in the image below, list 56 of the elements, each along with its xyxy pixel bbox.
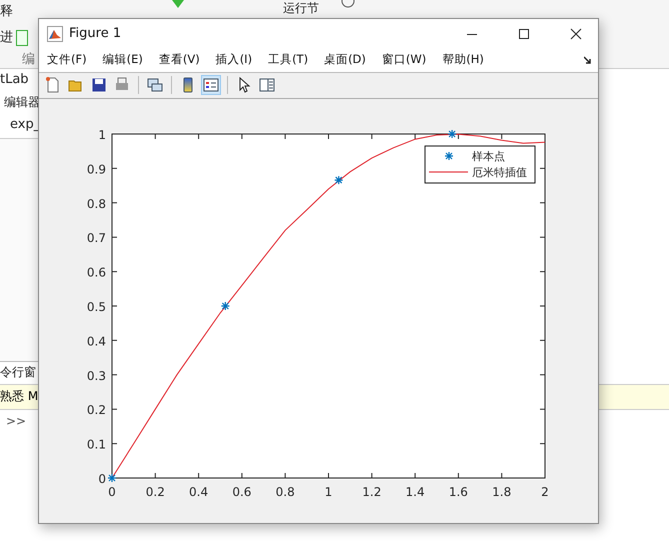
y-tick-label: 0.3: [86, 368, 106, 383]
x-tick-label: 0.6: [232, 485, 252, 499]
command-prompt: >>: [6, 414, 26, 428]
x-tick-label: 0.8: [276, 485, 295, 499]
close-icon[interactable]: [570, 28, 582, 40]
app-icon: [47, 26, 63, 42]
y-tick-label: 0.7: [86, 231, 106, 246]
y-tick-label: 0: [98, 472, 106, 486]
panel-icon: [259, 77, 275, 94]
menu-item[interactable]: 窗口(W): [382, 52, 426, 68]
x-tick-label: 2: [541, 485, 549, 499]
y-tick-label: 0.4: [86, 334, 106, 348]
sample-point: [107, 473, 117, 483]
legend-marker: [444, 151, 454, 161]
menu-item[interactable]: 插入(I): [216, 52, 252, 68]
clock-icon[interactable]: [340, 0, 356, 10]
legend-label: 样本点: [472, 150, 505, 163]
y-tick-label: 1: [98, 128, 106, 142]
y-tick-label: 0.6: [86, 266, 106, 280]
ribbon-label: 进: [0, 29, 13, 46]
sample-point: [447, 129, 457, 139]
x-tick-label: 1.2: [362, 485, 382, 499]
windows-icon: [147, 77, 163, 94]
panel-title: 令行窗: [0, 364, 36, 381]
menu-item[interactable]: 帮助(H): [442, 52, 484, 68]
toolbar-button[interactable]: [201, 75, 221, 96]
tab-label[interactable]: tLab: [0, 72, 29, 87]
menu-item[interactable]: 文件(F): [47, 52, 87, 68]
ribbon-label[interactable]: 运行节: [283, 0, 319, 17]
panel-title: 编辑器: [4, 94, 40, 111]
x-tick-label: 0: [108, 485, 116, 499]
x-tick-label: 0.4: [189, 485, 208, 499]
sample-point: [220, 301, 230, 311]
y-tick-label: 0.9: [86, 162, 106, 176]
x-tick-label: 1.6: [448, 485, 468, 499]
file-tab[interactable]: exp_: [10, 117, 40, 132]
ribbon-label: 释: [0, 3, 13, 20]
menu-item[interactable]: 编辑(E): [102, 52, 143, 68]
x-tick-label: 1.4: [406, 485, 425, 499]
new-file-icon: [45, 77, 61, 94]
y-tick-label: 0.5: [86, 300, 106, 314]
y-tick-label: 0.1: [86, 438, 106, 452]
ribbon-label: 编: [22, 51, 35, 68]
menu-item[interactable]: 工具(T): [268, 52, 308, 68]
window-title: Figure 1: [69, 26, 122, 42]
y-tick-label: 0.8: [86, 196, 106, 211]
menu-item[interactable]: 查看(V): [158, 52, 200, 68]
dock-arrow-icon[interactable]: [584, 56, 592, 64]
maximize-icon[interactable]: [518, 28, 530, 40]
sample-point: [334, 176, 344, 185]
x-tick-label: 1: [324, 485, 332, 499]
x-tick-label: 0.2: [146, 485, 165, 499]
legend-icon: [203, 77, 219, 94]
legend-label: 厄米特插值: [472, 166, 527, 179]
x-tick-label: 1.8: [492, 485, 512, 499]
menu-item[interactable]: 桌面(D): [324, 52, 366, 68]
